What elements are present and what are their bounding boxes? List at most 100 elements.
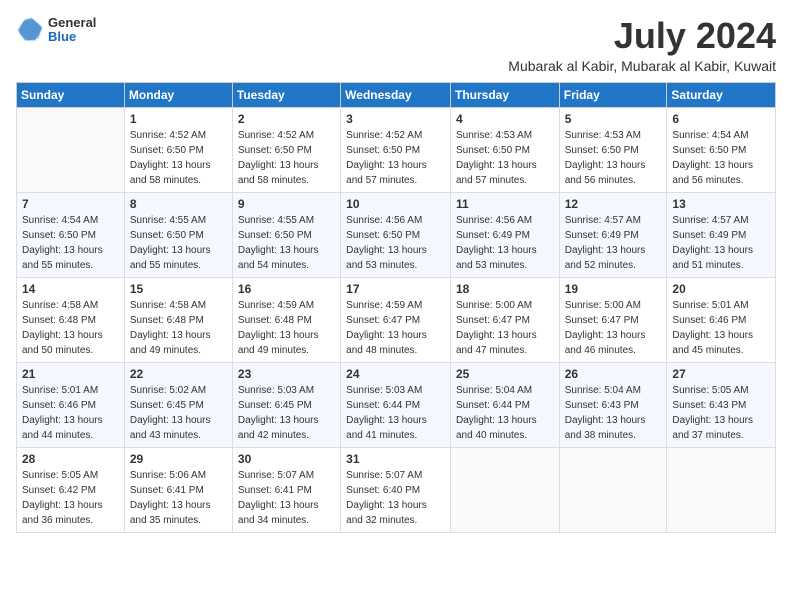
day-cell: 12 Sunrise: 4:57 AM Sunset: 6:49 PM Dayli…: [559, 192, 667, 277]
day-cell: 16 Sunrise: 4:59 AM Sunset: 6:48 PM Dayli…: [232, 277, 340, 362]
day-info: Sunrise: 5:04 AM Sunset: 6:43 PM Dayligh…: [565, 383, 662, 443]
day-number: 8: [130, 197, 227, 211]
header-sunday: Sunday: [17, 82, 125, 107]
day-cell: 1 Sunrise: 4:52 AM Sunset: 6:50 PM Daylig…: [124, 107, 232, 192]
day-number: 14: [22, 282, 119, 296]
day-number: 23: [238, 367, 335, 381]
day-info: Sunrise: 4:54 AM Sunset: 6:50 PM Dayligh…: [22, 213, 119, 273]
day-info: Sunrise: 4:56 AM Sunset: 6:49 PM Dayligh…: [456, 213, 554, 273]
day-number: 22: [130, 367, 227, 381]
logo-blue: Blue: [48, 30, 96, 44]
day-cell: 15Sunrise: 4:58 AM Sunset: 6:48 PM Dayli…: [124, 277, 232, 362]
day-cell: [17, 107, 125, 192]
day-info: Sunrise: 5:04 AM Sunset: 6:44 PM Dayligh…: [456, 383, 554, 443]
week-row-4: 21 Sunrise: 5:01 AM Sunset: 6:46 PM Dayli…: [17, 362, 776, 447]
day-cell: 31Sunrise: 5:07 AM Sunset: 6:40 PM Dayli…: [341, 447, 451, 532]
day-info: Sunrise: 5:05 AM Sunset: 6:42 PM Dayligh…: [22, 468, 119, 528]
day-number: 18: [456, 282, 554, 296]
day-number: 1: [130, 112, 227, 126]
day-info: Sunrise: 5:03 AM Sunset: 6:44 PM Dayligh…: [346, 383, 445, 443]
logo: General Blue: [16, 16, 96, 45]
day-cell: 7 Sunrise: 4:54 AM Sunset: 6:50 PM Daylig…: [17, 192, 125, 277]
day-cell: [559, 447, 667, 532]
day-info: Sunrise: 5:07 AM Sunset: 6:41 PM Dayligh…: [238, 468, 335, 528]
header-saturday: Saturday: [667, 82, 776, 107]
day-info: Sunrise: 4:53 AM Sunset: 6:50 PM Dayligh…: [456, 128, 554, 188]
title-block: July 2024 Mubarak al Kabir, Mubarak al K…: [508, 16, 776, 74]
day-cell: 21 Sunrise: 5:01 AM Sunset: 6:46 PM Dayli…: [17, 362, 125, 447]
day-number: 5: [565, 112, 662, 126]
day-cell: 14 Sunrise: 4:58 AM Sunset: 6:48 PM Dayli…: [17, 277, 125, 362]
day-cell: 10 Sunrise: 4:56 AM Sunset: 6:50 PM Dayli…: [341, 192, 451, 277]
day-number: 4: [456, 112, 554, 126]
day-number: 15: [130, 282, 227, 296]
day-number: 29: [130, 452, 227, 466]
day-number: 16: [238, 282, 335, 296]
header-monday: Monday: [124, 82, 232, 107]
header-friday: Friday: [559, 82, 667, 107]
day-cell: 6Sunrise: 4:54 AM Sunset: 6:50 PM Daylig…: [667, 107, 776, 192]
day-cell: 4 Sunrise: 4:53 AM Sunset: 6:50 PM Daylig…: [450, 107, 559, 192]
day-info: Sunrise: 5:02 AM Sunset: 6:45 PM Dayligh…: [130, 383, 227, 443]
day-info: Sunrise: 4:52 AM Sunset: 6:50 PM Dayligh…: [346, 128, 445, 188]
day-cell: 23 Sunrise: 5:03 AM Sunset: 6:45 PM Dayli…: [232, 362, 340, 447]
day-info: Sunrise: 5:06 AM Sunset: 6:41 PM Dayligh…: [130, 468, 227, 528]
day-number: 28: [22, 452, 119, 466]
header-wednesday: Wednesday: [341, 82, 451, 107]
day-number: 10: [346, 197, 445, 211]
day-cell: 30 Sunrise: 5:07 AM Sunset: 6:41 PM Dayli…: [232, 447, 340, 532]
day-number: 30: [238, 452, 335, 466]
day-info: Sunrise: 5:01 AM Sunset: 6:46 PM Dayligh…: [22, 383, 119, 443]
day-cell: 8 Sunrise: 4:55 AM Sunset: 6:50 PM Daylig…: [124, 192, 232, 277]
day-info: Sunrise: 5:05 AM Sunset: 6:43 PM Dayligh…: [672, 383, 770, 443]
day-info: Sunrise: 5:00 AM Sunset: 6:47 PM Dayligh…: [456, 298, 554, 358]
day-number: 7: [22, 197, 119, 211]
day-number: 31: [346, 452, 445, 466]
day-number: 12: [565, 197, 662, 211]
day-info: Sunrise: 4:56 AM Sunset: 6:50 PM Dayligh…: [346, 213, 445, 273]
day-info: Sunrise: 4:59 AM Sunset: 6:48 PM Dayligh…: [238, 298, 335, 358]
day-info: Sunrise: 4:54 AM Sunset: 6:50 PM Dayligh…: [672, 128, 770, 188]
day-cell: 24Sunrise: 5:03 AM Sunset: 6:44 PM Dayli…: [341, 362, 451, 447]
day-info: Sunrise: 4:52 AM Sunset: 6:50 PM Dayligh…: [238, 128, 335, 188]
day-number: 20: [672, 282, 770, 296]
day-info: Sunrise: 4:57 AM Sunset: 6:49 PM Dayligh…: [672, 213, 770, 273]
week-row-3: 14 Sunrise: 4:58 AM Sunset: 6:48 PM Dayli…: [17, 277, 776, 362]
day-number: 25: [456, 367, 554, 381]
calendar-table: SundayMondayTuesdayWednesdayThursdayFrid…: [16, 82, 776, 533]
day-info: Sunrise: 4:55 AM Sunset: 6:50 PM Dayligh…: [238, 213, 335, 273]
month-title: July 2024: [508, 16, 776, 56]
day-info: Sunrise: 5:03 AM Sunset: 6:45 PM Dayligh…: [238, 383, 335, 443]
day-cell: 3 Sunrise: 4:52 AM Sunset: 6:50 PM Daylig…: [341, 107, 451, 192]
day-number: 3: [346, 112, 445, 126]
day-number: 11: [456, 197, 554, 211]
day-info: Sunrise: 4:58 AM Sunset: 6:48 PM Dayligh…: [22, 298, 119, 358]
logo-icon: [16, 16, 44, 44]
day-info: Sunrise: 4:57 AM Sunset: 6:49 PM Dayligh…: [565, 213, 662, 273]
day-cell: 26Sunrise: 5:04 AM Sunset: 6:43 PM Dayli…: [559, 362, 667, 447]
day-info: Sunrise: 4:59 AM Sunset: 6:47 PM Dayligh…: [346, 298, 445, 358]
day-cell: 9 Sunrise: 4:55 AM Sunset: 6:50 PM Daylig…: [232, 192, 340, 277]
location: Mubarak al Kabir, Mubarak al Kabir, Kuwa…: [508, 58, 776, 74]
day-number: 9: [238, 197, 335, 211]
page-header: General Blue July 2024 Mubarak al Kabir,…: [16, 16, 776, 74]
day-info: Sunrise: 5:01 AM Sunset: 6:46 PM Dayligh…: [672, 298, 770, 358]
day-cell: 25 Sunrise: 5:04 AM Sunset: 6:44 PM Dayli…: [450, 362, 559, 447]
header-tuesday: Tuesday: [232, 82, 340, 107]
day-cell: 2Sunrise: 4:52 AM Sunset: 6:50 PM Daylig…: [232, 107, 340, 192]
day-cell: 29 Sunrise: 5:06 AM Sunset: 6:41 PM Dayli…: [124, 447, 232, 532]
day-cell: 11 Sunrise: 4:56 AM Sunset: 6:49 PM Dayli…: [450, 192, 559, 277]
logo-text: General Blue: [48, 16, 96, 45]
day-info: Sunrise: 5:00 AM Sunset: 6:47 PM Dayligh…: [565, 298, 662, 358]
day-number: 21: [22, 367, 119, 381]
day-cell: [667, 447, 776, 532]
day-info: Sunrise: 4:55 AM Sunset: 6:50 PM Dayligh…: [130, 213, 227, 273]
header-thursday: Thursday: [450, 82, 559, 107]
week-row-5: 28 Sunrise: 5:05 AM Sunset: 6:42 PM Dayli…: [17, 447, 776, 532]
day-cell: 22 Sunrise: 5:02 AM Sunset: 6:45 PM Dayli…: [124, 362, 232, 447]
day-number: 17: [346, 282, 445, 296]
week-row-2: 7 Sunrise: 4:54 AM Sunset: 6:50 PM Daylig…: [17, 192, 776, 277]
day-info: Sunrise: 4:52 AM Sunset: 6:50 PM Dayligh…: [130, 128, 227, 188]
day-cell: 5Sunrise: 4:53 AM Sunset: 6:50 PM Daylig…: [559, 107, 667, 192]
day-number: 19: [565, 282, 662, 296]
